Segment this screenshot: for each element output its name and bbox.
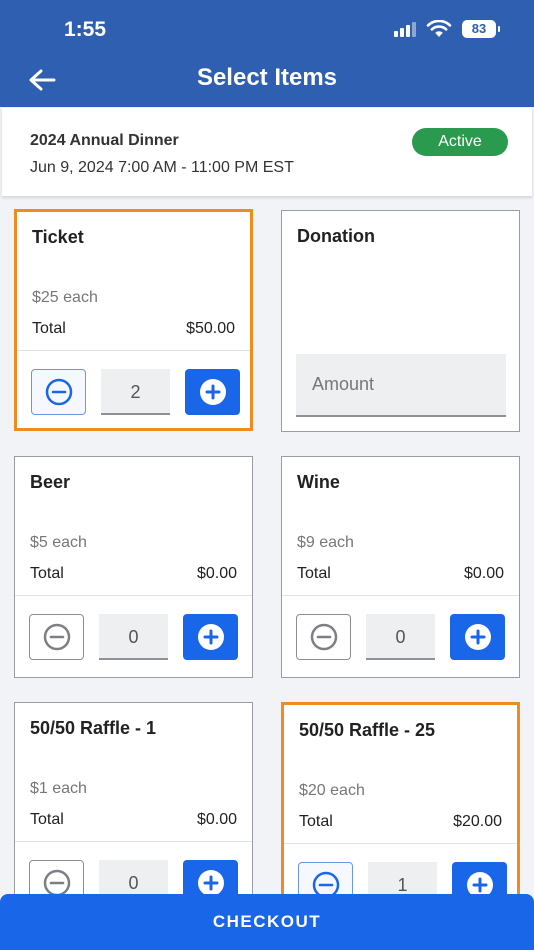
status-time: 1:55	[64, 18, 107, 41]
item-price: $9 each	[297, 534, 354, 551]
minus-circle-icon	[43, 869, 70, 897]
event-summary: 2024 Annual Dinner Jun 9, 2024 7:00 AM -…	[2, 108, 532, 197]
item-card-wine[interactable]: Wine $9 each Total $0.00 0	[281, 456, 520, 678]
item-price: $1 each	[30, 780, 87, 797]
item-total-row: Total $0.00	[297, 565, 504, 583]
item-price: $20 each	[299, 782, 365, 799]
divider	[17, 350, 250, 351]
divider	[15, 595, 252, 596]
minus-circle-icon	[45, 378, 72, 406]
item-card-donation: Donation	[281, 210, 520, 432]
total-label: Total	[32, 320, 66, 337]
quantity-field[interactable]: 2	[101, 369, 170, 415]
item-total-row: Total $0.00	[30, 811, 237, 829]
quantity-field[interactable]: 0	[99, 614, 168, 660]
divider	[284, 843, 517, 844]
item-total-row: Total $50.00	[32, 320, 235, 338]
item-title: Beer	[30, 472, 71, 492]
total-value: $0.00	[196, 565, 237, 582]
total-label: Total	[30, 565, 64, 582]
total-label: Total	[30, 811, 64, 828]
minus-circle-icon	[310, 623, 337, 651]
plus-circle-icon	[199, 379, 226, 405]
decrease-quantity-button[interactable]	[31, 369, 86, 415]
item-card-ticket[interactable]: Ticket $25 each Total $50.00 2	[14, 209, 253, 431]
item-title: 50/50 Raffle - 1	[30, 718, 157, 738]
item-title: 50/50 Raffle - 25	[299, 720, 436, 740]
total-value: $0.00	[196, 811, 237, 828]
decrease-quantity-button[interactable]	[29, 614, 84, 660]
event-date: Jun 9, 2024 7:00 AM - 11:00 PM EST	[30, 159, 294, 176]
item-title: Ticket	[32, 227, 84, 247]
item-total-row: Total $20.00	[299, 813, 502, 831]
total-value: $20.00	[453, 813, 502, 830]
divider	[15, 841, 252, 842]
cellular-signal-icon	[394, 21, 416, 37]
donation-amount-input[interactable]	[296, 354, 506, 417]
item-title: Wine	[297, 472, 340, 492]
quantity-field[interactable]: 0	[366, 614, 435, 660]
item-card-raffle-25[interactable]: 50/50 Raffle - 25 $20 each Total $20.00 …	[281, 702, 520, 924]
increase-quantity-button[interactable]	[185, 369, 240, 415]
total-label: Total	[297, 565, 331, 582]
total-value: $0.00	[463, 565, 504, 582]
total-label: Total	[299, 813, 333, 830]
minus-circle-icon	[43, 623, 70, 651]
plus-circle-icon	[197, 624, 224, 650]
plus-circle-icon	[464, 624, 491, 650]
page-title: Select Items	[196, 64, 338, 91]
item-price: $25 each	[32, 289, 98, 306]
item-card-beer[interactable]: Beer $5 each Total $0.00 0	[14, 456, 253, 678]
item-title: Donation	[297, 226, 375, 246]
status-icons: 83	[394, 20, 500, 38]
event-name: 2024 Annual Dinner	[30, 132, 179, 149]
status-badge: Active	[412, 128, 508, 156]
wifi-icon	[426, 20, 452, 37]
plus-circle-icon	[197, 870, 224, 896]
item-price: $5 each	[30, 534, 87, 551]
item-total-row: Total $0.00	[30, 565, 237, 583]
increase-quantity-button[interactable]	[183, 614, 238, 660]
checkout-button[interactable]: CHECKOUT	[0, 894, 534, 950]
total-value: $50.00	[186, 320, 235, 337]
decrease-quantity-button[interactable]	[296, 614, 351, 660]
battery-icon: 83	[462, 20, 500, 38]
item-card-raffle-1[interactable]: 50/50 Raffle - 1 $1 each Total $0.00 0	[14, 702, 253, 924]
increase-quantity-button[interactable]	[450, 614, 505, 660]
app-header: 1:55 83 Select Items	[0, 0, 534, 107]
divider	[282, 595, 519, 596]
